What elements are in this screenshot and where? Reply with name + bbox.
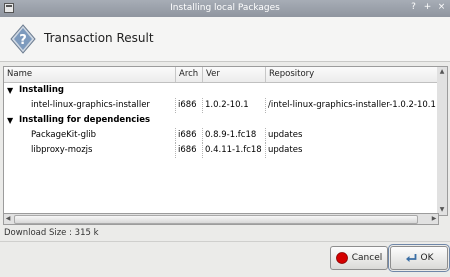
ok-arrow-icon [405, 252, 417, 264]
cancel-label: Cancel [351, 253, 383, 263]
package-version: 0.4.11-1.fc18 [205, 145, 262, 155]
package-version: 1.0.2-10.1 [205, 100, 249, 110]
ok-label: OK [420, 253, 434, 263]
column-header-repository[interactable]: Repository [265, 67, 438, 82]
title-bar[interactable]: Installing local Packages ? + × [0, 0, 450, 17]
window-title: Installing local Packages [170, 3, 280, 13]
package-name: intel-linux-graphics-installer [31, 100, 150, 110]
package-repository: /intel-linux-graphics-installer-1.0.2-10… [268, 100, 436, 110]
expander-icon[interactable]: ▼ [7, 113, 13, 128]
table-row[interactable]: intel-linux-graphics-installer i686 1.0.… [4, 98, 438, 113]
package-arch: i686 [178, 145, 197, 155]
package-arch: i686 [178, 100, 197, 110]
scroll-up-icon[interactable]: ▲ [438, 68, 446, 76]
package-version: 0.8.9-1.fc18 [205, 130, 257, 140]
column-header-arch[interactable]: Arch [175, 67, 202, 82]
close-button[interactable]: × [436, 2, 447, 13]
expander-icon[interactable]: ▼ [7, 83, 13, 98]
download-size-label: Download Size : 315 k [4, 228, 99, 238]
package-repository: updates [268, 130, 303, 140]
group-row-installing[interactable]: ▼ Installing [4, 83, 438, 98]
svg-text:?: ? [19, 33, 27, 48]
scroll-down-icon[interactable]: ▼ [438, 206, 446, 214]
column-header-ver[interactable]: Ver [202, 67, 266, 82]
scroll-right-icon[interactable]: ▶ [430, 214, 438, 224]
maximize-button[interactable]: + [422, 2, 433, 13]
group-row-dependencies[interactable]: ▼ Installing for dependencies [4, 113, 438, 128]
table-row[interactable]: PackageKit-glib i686 0.8.9-1.fc18 update… [4, 128, 438, 143]
window-menu-icon[interactable] [4, 3, 14, 13]
divider [0, 241, 450, 242]
cancel-icon [335, 252, 348, 264]
scrollbar-thumb[interactable] [14, 215, 418, 224]
transaction-table[interactable]: Name Arch Ver Repository ▼ Installing in… [3, 66, 439, 216]
column-header-name[interactable]: Name [4, 67, 177, 82]
dialog-header: ? Transaction Result [0, 17, 450, 62]
package-arch: i686 [178, 130, 197, 140]
group-label: Installing [19, 85, 64, 95]
package-repository: updates [268, 145, 303, 155]
dialog-heading: Transaction Result [44, 31, 154, 45]
ok-button[interactable]: OK [388, 244, 450, 272]
help-button[interactable]: ? [408, 2, 419, 13]
cancel-button[interactable]: Cancel [330, 246, 388, 270]
vertical-scrollbar[interactable]: ▲ ▼ [437, 66, 448, 216]
question-icon: ? [10, 24, 36, 54]
table-row[interactable]: libproxy-mozjs i686 0.4.11-1.fc18 update… [4, 143, 438, 158]
package-name: PackageKit-glib [31, 130, 97, 140]
package-name: libproxy-mozjs [31, 145, 93, 155]
table-header: Name Arch Ver Repository [4, 67, 438, 83]
dialog-window: Installing local Packages ? + × ? Transa… [0, 0, 450, 277]
group-label: Installing for dependencies [19, 115, 151, 125]
scroll-left-icon[interactable]: ◀ [4, 214, 12, 224]
horizontal-scrollbar[interactable]: ◀ ▶ [3, 213, 439, 225]
